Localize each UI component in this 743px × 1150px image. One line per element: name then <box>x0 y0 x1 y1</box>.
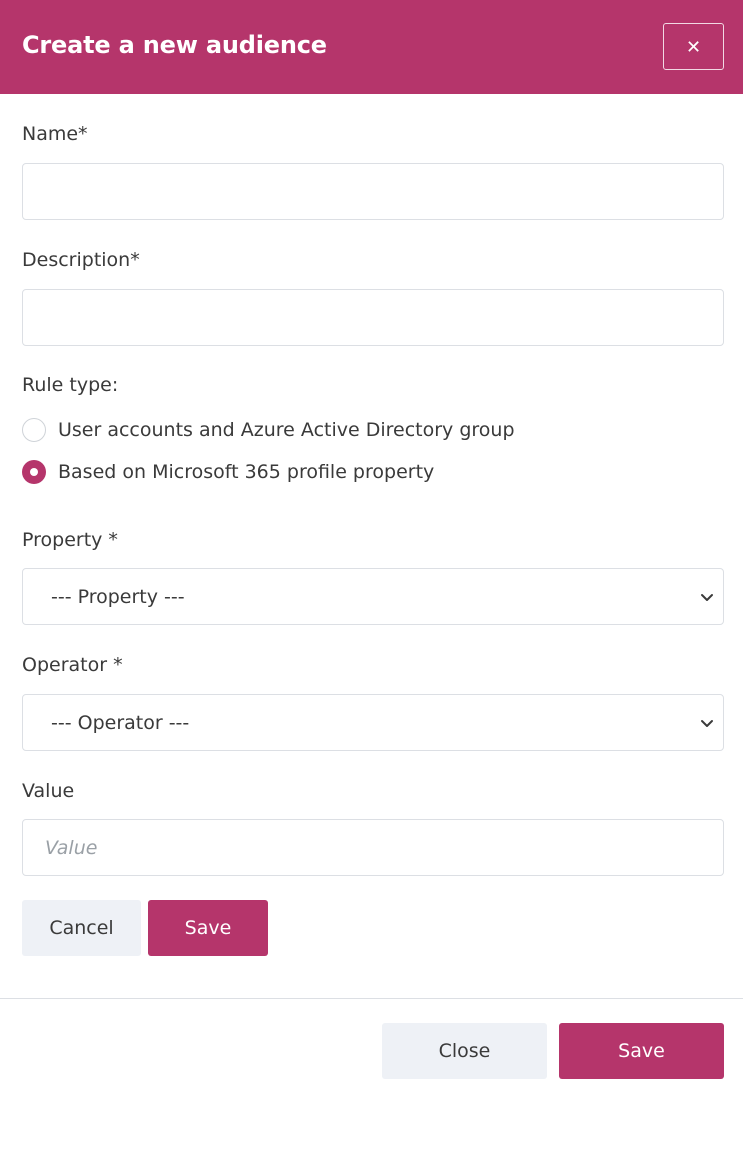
dialog-header: Create a new audience ✕ <box>0 0 743 94</box>
dialog-title: Create a new audience <box>22 31 327 59</box>
property-select-value: --- Property --- <box>51 586 185 608</box>
operator-label: Operator * <box>22 654 123 676</box>
name-input[interactable] <box>22 163 724 220</box>
chevron-down-icon <box>701 594 713 601</box>
close-dialog-button[interactable]: ✕ <box>663 23 724 70</box>
footer-close-button[interactable]: Close <box>382 1023 547 1079</box>
create-audience-dialog: Create a new audience ✕ Name* Descriptio… <box>0 0 743 1150</box>
description-label: Description* <box>22 249 140 271</box>
close-icon: ✕ <box>685 37 702 57</box>
radio-user-accounts[interactable] <box>22 418 46 442</box>
radio-profile-property[interactable] <box>22 460 46 484</box>
radio-user-accounts-label: User accounts and Azure Active Directory… <box>58 419 515 441</box>
rule-type-label: Rule type: <box>22 374 119 396</box>
property-select[interactable]: --- Property --- <box>22 568 724 625</box>
value-input[interactable] <box>22 819 724 876</box>
rule-cancel-button[interactable]: Cancel <box>22 900 141 956</box>
footer-divider <box>0 998 743 999</box>
chevron-down-icon <box>701 720 713 727</box>
footer-save-button[interactable]: Save <box>559 1023 724 1079</box>
operator-select-value: --- Operator --- <box>51 712 190 734</box>
value-label: Value <box>22 780 75 802</box>
rule-save-button[interactable]: Save <box>148 900 268 956</box>
description-input[interactable] <box>22 289 724 346</box>
property-label: Property * <box>22 529 118 551</box>
radio-profile-property-label: Based on Microsoft 365 profile property <box>58 461 435 483</box>
operator-select[interactable]: --- Operator --- <box>22 694 724 751</box>
name-label: Name* <box>22 123 88 145</box>
